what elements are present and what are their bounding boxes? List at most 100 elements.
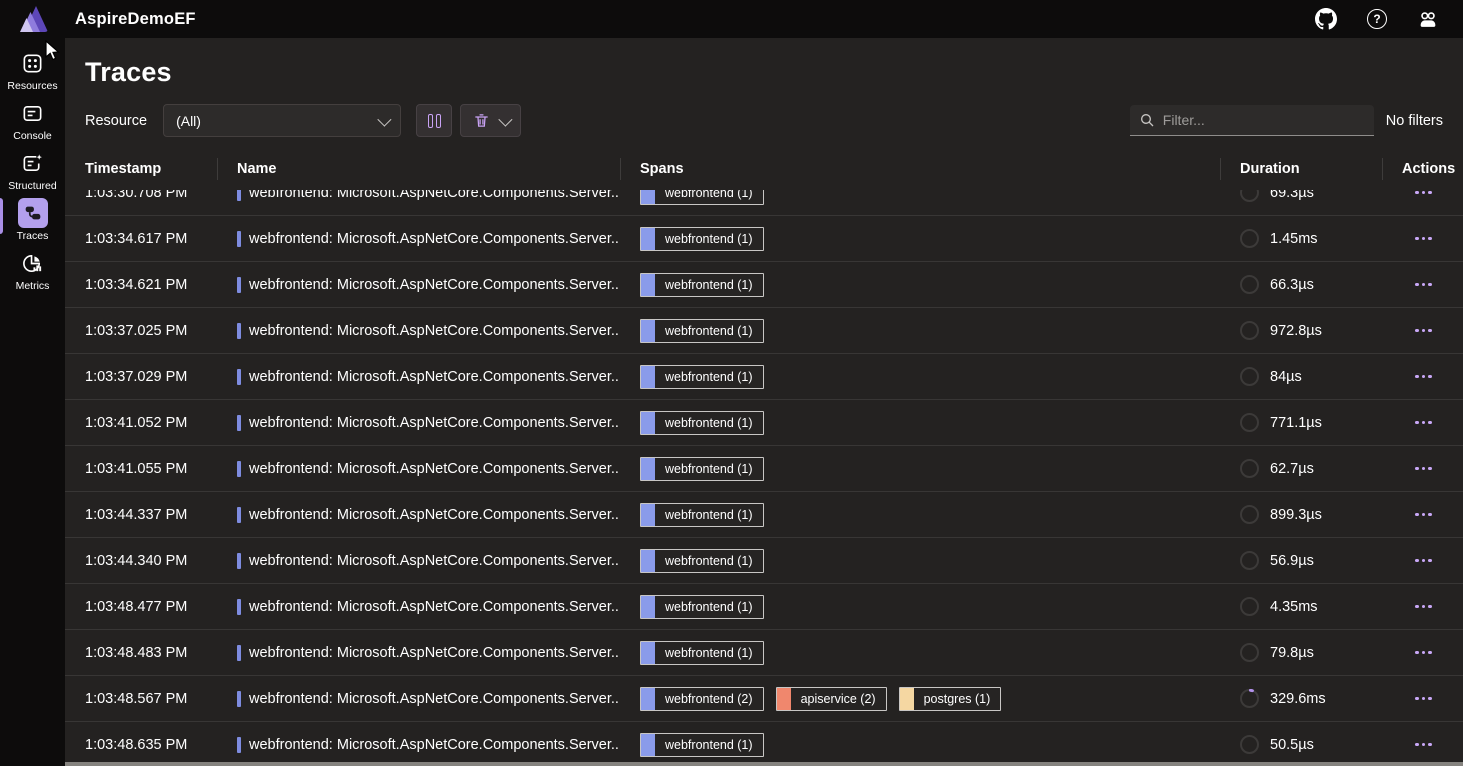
trace-duration-cell: 899.3µs	[1220, 505, 1382, 524]
more-actions-button[interactable]	[1411, 231, 1436, 247]
more-actions-button[interactable]	[1411, 599, 1436, 615]
filter-input[interactable]	[1163, 112, 1365, 128]
column-header-duration: Duration	[1220, 148, 1382, 190]
trace-name-link[interactable]: webfrontend: Microsoft.AspNetCore.Compon…	[217, 599, 620, 615]
more-actions-button[interactable]	[1411, 553, 1436, 569]
horizontal-scrollbar[interactable]	[65, 762, 1463, 766]
metrics-icon	[18, 248, 48, 278]
trace-name-text: webfrontend: Microsoft.AspNetCore.Compon…	[249, 691, 620, 707]
trace-timestamp: 1:03:34.617 PM	[65, 231, 217, 247]
trace-name-link[interactable]: webfrontend: Microsoft.AspNetCore.Compon…	[217, 691, 620, 707]
more-actions-button[interactable]	[1411, 190, 1436, 200]
trace-color-bar	[237, 190, 241, 201]
sidebar-item-console[interactable]: Console	[0, 95, 65, 145]
more-actions-button[interactable]	[1411, 691, 1436, 707]
trace-spans-cell: webfrontend (1)	[620, 365, 1220, 389]
console-icon	[18, 98, 48, 128]
trace-spans-cell: webfrontend (1)	[620, 503, 1220, 527]
duration-ring-icon	[1240, 413, 1259, 432]
table-row[interactable]: 1:03:41.055 PMwebfrontend: Microsoft.Asp…	[65, 446, 1463, 492]
trace-name-link[interactable]: webfrontend: Microsoft.AspNetCore.Compon…	[217, 507, 620, 523]
trace-name-link[interactable]: webfrontend: Microsoft.AspNetCore.Compon…	[217, 553, 620, 569]
trace-name-link[interactable]: webfrontend: Microsoft.AspNetCore.Compon…	[217, 277, 620, 293]
table-row[interactable]: 1:03:34.617 PM webfrontend: Microsoft.Asp…	[65, 216, 1463, 262]
resource-select[interactable]: (All)	[163, 104, 401, 137]
trace-actions-cell	[1382, 277, 1463, 293]
resources-grid-icon	[18, 48, 48, 78]
span-badge-color-strip	[641, 320, 655, 342]
table-row[interactable]: 1:03:48.483 PMwebfrontend: Microsoft.Asp…	[65, 630, 1463, 676]
more-actions-button[interactable]	[1411, 737, 1436, 753]
help-icon[interactable]: ?	[1366, 8, 1388, 30]
table-row[interactable]: 1:03:30.708 PMwebfrontend: Microsoft.Asp…	[65, 190, 1463, 216]
span-badge: webfrontend (1)	[640, 733, 764, 757]
trace-actions-cell	[1382, 323, 1463, 339]
remove-traces-split-button[interactable]	[460, 104, 521, 137]
trace-timestamp: 1:03:37.025 PM	[65, 323, 217, 339]
more-actions-button[interactable]	[1411, 323, 1436, 339]
more-actions-button[interactable]	[1411, 369, 1436, 385]
trace-name-link[interactable]: webfrontend: Microsoft.AspNetCore.Compon…	[217, 645, 620, 661]
traces-table-header: Timestamp Name Spans Duration Actions	[65, 148, 1463, 190]
more-actions-button[interactable]	[1411, 277, 1436, 293]
trace-actions-cell	[1382, 599, 1463, 615]
trace-name-link[interactable]: webfrontend: Microsoft.AspNetCore.Compon…	[217, 231, 620, 247]
trace-name-link[interactable]: webfrontend: Microsoft.AspNetCore.Compon…	[217, 323, 620, 339]
table-row[interactable]: 1:03:37.029 PMwebfrontend: Microsoft.Asp…	[65, 354, 1463, 400]
people-icon[interactable]	[1417, 8, 1439, 30]
trace-name-text: webfrontend: Microsoft.AspNetCore.Compon…	[249, 553, 620, 569]
more-actions-button[interactable]	[1411, 507, 1436, 523]
search-icon	[1139, 112, 1155, 128]
span-badge-color-strip	[641, 228, 655, 250]
span-badge: webfrontend (2)	[640, 687, 764, 711]
pause-incoming-data-button[interactable]	[416, 104, 452, 137]
table-row[interactable]: 1:03:34.621 PMwebfrontend: Microsoft.Asp…	[65, 262, 1463, 308]
table-row[interactable]: 1:03:44.337 PMwebfrontend: Microsoft.Asp…	[65, 492, 1463, 538]
trace-name-text: webfrontend: Microsoft.AspNetCore.Compon…	[249, 507, 620, 523]
trace-name-link[interactable]: webfrontend: Microsoft.AspNetCore.Compon…	[217, 461, 620, 477]
more-actions-button[interactable]	[1411, 645, 1436, 661]
trace-name-link[interactable]: webfrontend: Microsoft.AspNetCore.Compon…	[217, 737, 620, 753]
sidebar-item-traces[interactable]: Traces	[0, 195, 65, 245]
span-badge-label: webfrontend (1)	[655, 366, 763, 388]
trace-name-link[interactable]: webfrontend: Microsoft.AspNetCore.Compon…	[217, 415, 620, 431]
table-row-content: 1:03:34.617 PM webfrontend: Microsoft.Asp…	[65, 216, 1463, 261]
sidebar-item-label: Resources	[7, 80, 57, 92]
table-row[interactable]: 1:03:48.477 PMwebfrontend: Microsoft.Asp…	[65, 584, 1463, 630]
table-row[interactable]: 1:03:48.635 PMwebfrontend: Microsoft.Asp…	[65, 722, 1463, 766]
table-row[interactable]: 1:03:44.340 PMwebfrontend: Microsoft.Asp…	[65, 538, 1463, 584]
table-row-content: 1:03:48.483 PMwebfrontend: Microsoft.Asp…	[65, 630, 1463, 675]
trace-name-link[interactable]: webfrontend: Microsoft.AspNetCore.Compon…	[217, 190, 620, 201]
table-row[interactable]: 1:03:48.567 PMwebfrontend: Microsoft.Asp…	[65, 676, 1463, 722]
trace-name-text: webfrontend: Microsoft.AspNetCore.Compon…	[249, 231, 620, 247]
span-badge-color-strip	[641, 734, 655, 756]
sidebar-item-structured[interactable]: Structured	[0, 145, 65, 195]
span-badge: webfrontend (1)	[640, 411, 764, 435]
span-badge-color-strip	[641, 274, 655, 296]
trace-color-bar	[237, 507, 241, 523]
span-badge-label: webfrontend (1)	[655, 734, 763, 756]
trace-color-bar	[237, 553, 241, 569]
span-badge: webfrontend (1)	[640, 319, 764, 343]
traces-table-body: 1:03:30.708 PMwebfrontend: Microsoft.Asp…	[65, 190, 1463, 766]
table-row-content: 1:03:48.477 PMwebfrontend: Microsoft.Asp…	[65, 584, 1463, 629]
github-icon[interactable]	[1315, 8, 1337, 30]
span-badge-color-strip	[641, 504, 655, 526]
trace-spans-cell: webfrontend (1)	[620, 457, 1220, 481]
trace-name-text: webfrontend: Microsoft.AspNetCore.Compon…	[249, 737, 620, 753]
span-badge: webfrontend (1)	[640, 365, 764, 389]
sidebar-item-metrics[interactable]: Metrics	[0, 245, 65, 295]
table-row[interactable]: 1:03:41.052 PMwebfrontend: Microsoft.Asp…	[65, 400, 1463, 446]
span-badge-label: webfrontend (1)	[655, 596, 763, 618]
column-header-spans: Spans	[620, 148, 1220, 190]
trace-actions-cell	[1382, 691, 1463, 707]
span-badge-color-strip	[641, 190, 655, 204]
table-row[interactable]: 1:03:37.025 PM webfrontend: Microsoft.Asp…	[65, 308, 1463, 354]
trace-name-link[interactable]: webfrontend: Microsoft.AspNetCore.Compon…	[217, 369, 620, 385]
duration-ring-icon	[1240, 505, 1259, 524]
sidebar-item-resources[interactable]: Resources	[0, 45, 65, 95]
trace-name-text: webfrontend: Microsoft.AspNetCore.Compon…	[249, 323, 620, 339]
more-actions-button[interactable]	[1411, 415, 1436, 431]
more-actions-button[interactable]	[1411, 461, 1436, 477]
filter-search-box[interactable]	[1130, 105, 1374, 136]
